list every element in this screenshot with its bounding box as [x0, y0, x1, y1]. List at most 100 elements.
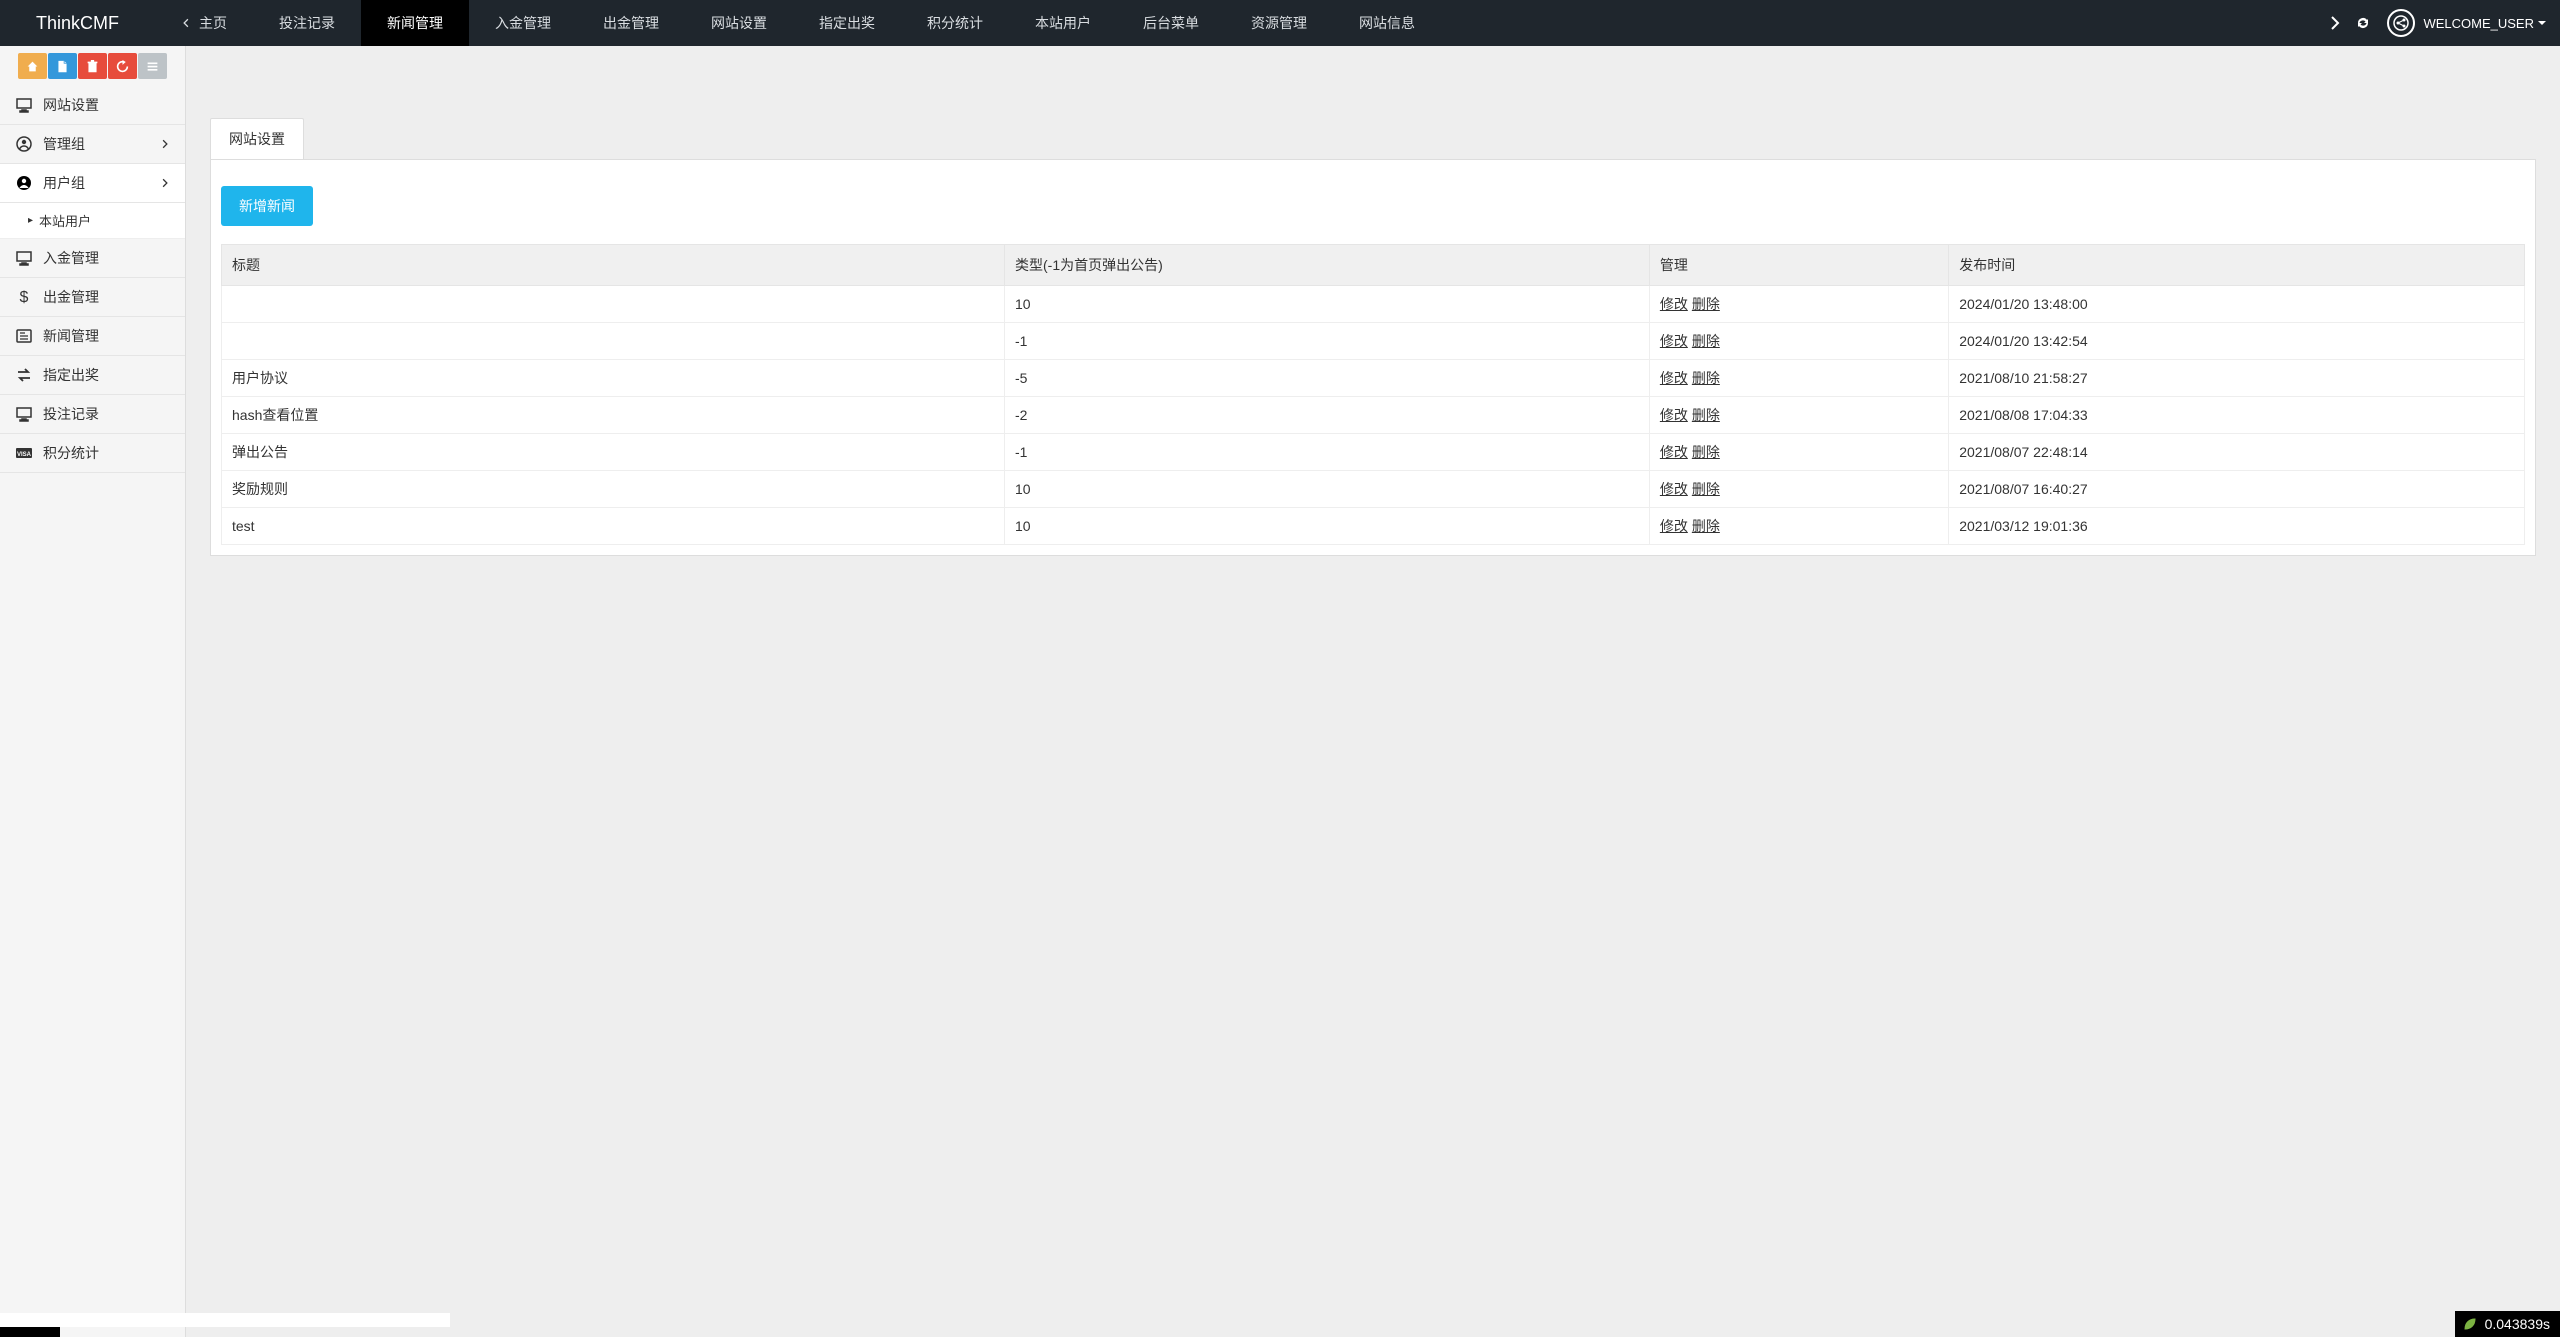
tab-home[interactable]: 主页: [155, 0, 253, 46]
list-icon: [146, 60, 159, 73]
table-cell: [222, 286, 1005, 323]
sidebar-tool-file[interactable]: [48, 53, 77, 79]
table-cell: 修改删除: [1649, 323, 1948, 360]
sidebar-item-label: 出金管理: [43, 287, 170, 307]
chevron-left-icon: [181, 16, 191, 30]
tab-9[interactable]: 资源管理: [1225, 0, 1333, 46]
sidebar-item-label: 指定出奖: [43, 365, 170, 385]
delete-link[interactable]: 删除: [1692, 481, 1720, 497]
edit-link[interactable]: 修改: [1660, 296, 1688, 312]
table-cell: 2021/08/08 17:04:33: [1949, 397, 2525, 434]
table-row: -1修改删除2024/01/20 13:42:54: [222, 323, 2525, 360]
edit-link[interactable]: 修改: [1660, 444, 1688, 460]
sidebar-item-2[interactable]: 用户组: [0, 164, 185, 203]
sidebar-item-0[interactable]: 网站设置: [0, 86, 185, 125]
sidebar-item-label: 管理组: [43, 134, 160, 154]
content-panel: 新增新闻 标题类型(-1为首页弹出公告)管理发布时间 10修改删除2024/01…: [210, 159, 2536, 556]
top-navbar: ThinkCMF 主页 投注记录新闻管理入金管理出金管理网站设置指定出奖积分统计…: [0, 0, 2560, 46]
tab-2[interactable]: 入金管理: [469, 0, 577, 46]
caret-down-icon: [2538, 21, 2546, 25]
table-cell: 奖励规则: [222, 471, 1005, 508]
delete-link[interactable]: 删除: [1692, 444, 1720, 460]
refresh-button[interactable]: [2349, 0, 2377, 46]
table-cell: test: [222, 508, 1005, 545]
sidebar-tool-trash[interactable]: [78, 53, 107, 79]
col-header: 类型(-1为首页弹出公告): [1005, 245, 1650, 286]
table-cell: 弹出公告: [222, 434, 1005, 471]
table-cell: 2024/01/20 13:42:54: [1949, 323, 2525, 360]
sidebar-item-label: 新闻管理: [43, 326, 170, 346]
monitor-icon: [15, 96, 33, 114]
timing-badge: 0.043839s: [2455, 1311, 2560, 1337]
sidebar: 网站设置管理组用户组本站用户入金管理出金管理新闻管理指定出奖投注记录积分统计: [0, 46, 186, 1337]
dollar-icon: [15, 288, 33, 306]
brand: ThinkCMF: [0, 0, 155, 46]
sidebar-tool-list[interactable]: [138, 53, 167, 79]
table-row: 用户协议-5修改删除2021/08/10 21:58:27: [222, 360, 2525, 397]
tab-0[interactable]: 投注记录: [253, 0, 361, 46]
col-header: 管理: [1649, 245, 1948, 286]
tab-3[interactable]: 出金管理: [577, 0, 685, 46]
chevron-right-icon: [160, 136, 170, 152]
table-cell: 10: [1005, 471, 1650, 508]
table-cell: hash查看位置: [222, 397, 1005, 434]
top-tabs: 主页 投注记录新闻管理入金管理出金管理网站设置指定出奖积分统计本站用户后台菜单资…: [155, 0, 2321, 46]
sidebar-item-3[interactable]: 入金管理: [0, 239, 185, 278]
table-cell: 10: [1005, 508, 1650, 545]
table-row: 奖励规则10修改删除2021/08/07 16:40:27: [222, 471, 2525, 508]
sidebar-item-4[interactable]: 出金管理: [0, 278, 185, 317]
table-cell: 2021/08/10 21:58:27: [1949, 360, 2525, 397]
edit-link[interactable]: 修改: [1660, 518, 1688, 534]
sidebar-item-label: 网站设置: [43, 95, 170, 115]
tab-8[interactable]: 后台菜单: [1117, 0, 1225, 46]
delete-link[interactable]: 删除: [1692, 296, 1720, 312]
chevron-right-icon: [160, 175, 170, 191]
sidebar-item-5[interactable]: 新闻管理: [0, 317, 185, 356]
edit-link[interactable]: 修改: [1660, 407, 1688, 423]
table-cell: 修改删除: [1649, 286, 1948, 323]
sidebar-item-label: 用户组: [43, 173, 160, 193]
sidebar-tool-recycle[interactable]: [108, 53, 137, 79]
bottom-scrollbar-stub: [0, 1313, 450, 1327]
tab-5[interactable]: 指定出奖: [793, 0, 901, 46]
delete-link[interactable]: 删除: [1692, 333, 1720, 349]
sidebar-subitem[interactable]: 本站用户: [0, 203, 185, 239]
file-icon: [56, 60, 69, 73]
table-cell: 修改删除: [1649, 360, 1948, 397]
table-cell: -2: [1005, 397, 1650, 434]
main-content: 网站设置 新增新闻 标题类型(-1为首页弹出公告)管理发布时间 10修改删除20…: [186, 46, 2560, 1337]
tab-10[interactable]: 网站信息: [1333, 0, 1441, 46]
edit-link[interactable]: 修改: [1660, 333, 1688, 349]
delete-link[interactable]: 删除: [1692, 370, 1720, 386]
edit-link[interactable]: 修改: [1660, 370, 1688, 386]
add-news-button[interactable]: 新增新闻: [221, 186, 313, 226]
user-solid-icon: [15, 174, 33, 192]
col-header: 发布时间: [1949, 245, 2525, 286]
user-menu[interactable]: WELCOME_USER: [2387, 9, 2546, 37]
tab-home-label: 主页: [199, 0, 227, 46]
tab-1[interactable]: 新闻管理: [361, 0, 469, 46]
leaf-icon: [2461, 1315, 2479, 1333]
tab-4[interactable]: 网站设置: [685, 0, 793, 46]
delete-link[interactable]: 删除: [1692, 407, 1720, 423]
edit-link[interactable]: 修改: [1660, 481, 1688, 497]
sidebar-item-8[interactable]: 积分统计: [0, 434, 185, 473]
nav-actions: WELCOME_USER: [2321, 0, 2560, 46]
tab-6[interactable]: 积分统计: [901, 0, 1009, 46]
delete-link[interactable]: 删除: [1692, 518, 1720, 534]
table-cell: -1: [1005, 323, 1650, 360]
table-cell: 修改删除: [1649, 434, 1948, 471]
sidebar-item-6[interactable]: 指定出奖: [0, 356, 185, 395]
bottom-left-stub: [0, 1327, 60, 1337]
page-tab-site-settings[interactable]: 网站设置: [210, 118, 304, 159]
visa-icon: [15, 444, 33, 462]
tabs-next-button[interactable]: [2321, 0, 2349, 46]
sidebar-item-7[interactable]: 投注记录: [0, 395, 185, 434]
refresh-icon: [2355, 15, 2371, 31]
sidebar-item-1[interactable]: 管理组: [0, 125, 185, 164]
sidebar-tool-home[interactable]: [18, 53, 47, 79]
monitor-icon: [15, 405, 33, 423]
swap-icon: [15, 366, 33, 384]
tab-7[interactable]: 本站用户: [1009, 0, 1117, 46]
table-cell: 10: [1005, 286, 1650, 323]
